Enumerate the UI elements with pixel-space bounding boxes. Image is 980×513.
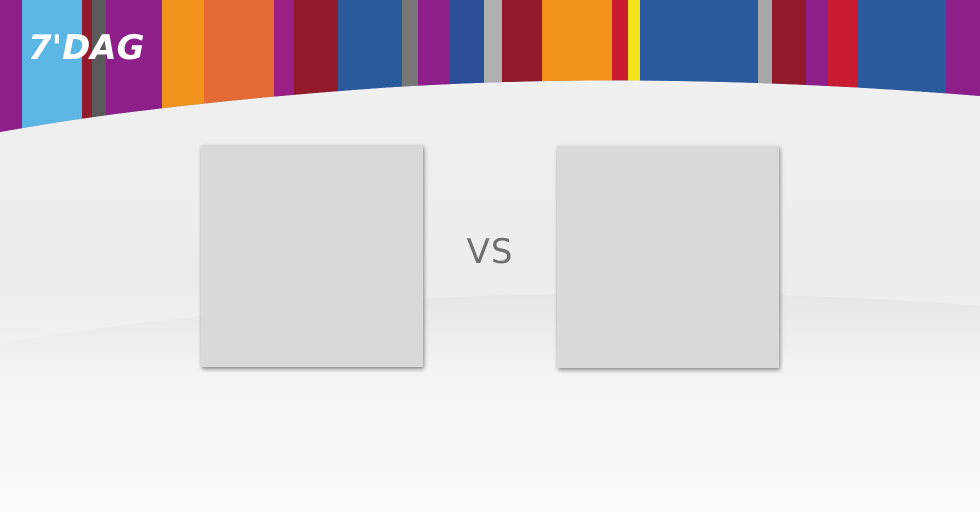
brand-logo[interactable]: 7'DAG (28, 26, 148, 66)
versus-label: VS (466, 232, 514, 272)
share-image-canvas: 7'DAG VS (0, 0, 980, 513)
left-image-placeholder (201, 145, 423, 367)
right-image-placeholder (557, 146, 779, 368)
logo-text: 7'DAG (28, 28, 145, 66)
